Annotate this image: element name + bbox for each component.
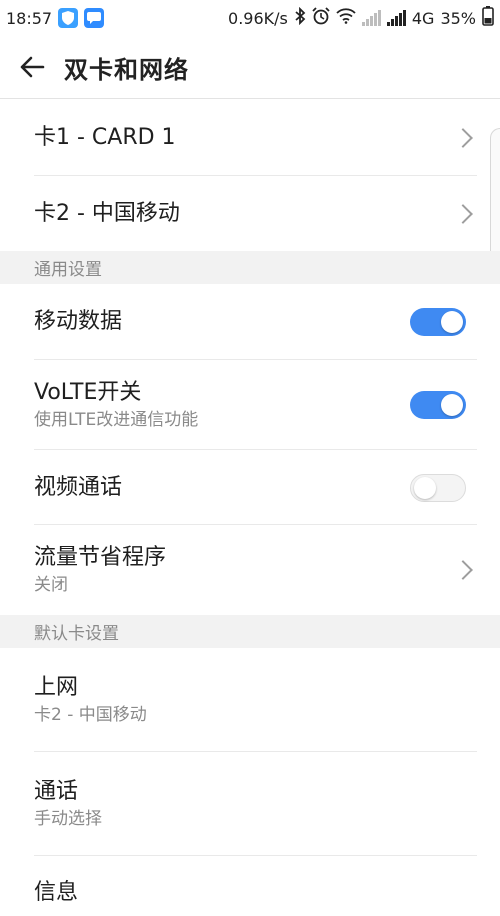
sim1-label: 卡1 - CARD 1 (34, 125, 176, 150)
volte-row[interactable]: VoLTE开关 使用LTE改进通信功能 (0, 360, 500, 450)
data-saver-row[interactable]: 流量节省程序 关闭 (0, 525, 500, 615)
data-saver-value: 关闭 (34, 575, 68, 595)
internet-value: 卡2 - 中国移动 (34, 705, 147, 725)
sim2-label: 卡2 - 中国移动 (34, 200, 180, 226)
network-speed: 0.96K/s (228, 8, 288, 28)
status-time: 18:57 (6, 8, 53, 28)
calls-row[interactable]: 通话 手动选择 (0, 752, 500, 856)
section-header-defaults: 默认卡设置 (0, 615, 500, 648)
status-bar: 18:57 0.96K/s 4G 35% (0, 0, 500, 36)
sim2-row[interactable]: 卡2 - 中国移动 (0, 176, 500, 251)
mobile-data-row[interactable]: 移动数据 (0, 284, 500, 360)
message-app-icon (84, 8, 105, 28)
settings-list: 卡1 - CARD 1 卡2 - 中国移动 通用设置 移动数据 VoLTE开关 … (0, 100, 500, 916)
sim1-row[interactable]: 卡1 - CARD 1 (0, 100, 500, 176)
signal-icon-sim1 (361, 10, 381, 26)
video-call-row[interactable]: 视频通话 (0, 450, 500, 525)
section-header-general: 通用设置 (0, 251, 500, 284)
messages-label: 信息 (34, 880, 79, 905)
calls-label: 通话 (34, 779, 79, 804)
mobile-data-toggle[interactable] (410, 308, 466, 336)
calls-value: 手动选择 (34, 809, 102, 829)
signal-icon-sim2 (386, 10, 406, 26)
battery-percent: 35% (440, 8, 476, 28)
messages-row[interactable]: 信息 (0, 856, 500, 916)
volte-toggle[interactable] (410, 391, 466, 419)
wifi-icon (336, 8, 356, 28)
shield-app-icon (58, 8, 79, 28)
video-call-toggle[interactable] (410, 473, 466, 502)
network-type: 4G (411, 8, 435, 28)
bluetooth-icon (294, 6, 306, 29)
app-bar: 双卡和网络 (0, 36, 500, 99)
arrow-left-icon (20, 56, 45, 78)
battery-icon (482, 6, 494, 30)
data-saver-label: 流量节省程序 (34, 545, 167, 570)
page-title: 双卡和网络 (64, 55, 189, 84)
back-button[interactable] (0, 36, 64, 99)
alarm-icon (312, 7, 330, 29)
internet-row[interactable]: 上网 卡2 - 中国移动 (0, 648, 500, 752)
internet-label: 上网 (34, 675, 79, 700)
